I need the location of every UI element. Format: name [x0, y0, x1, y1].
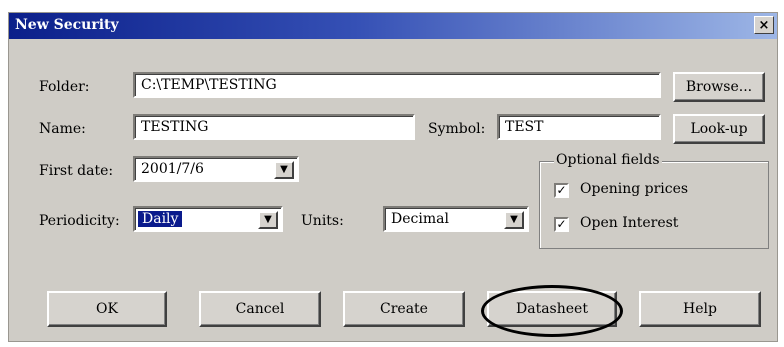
symbol-field[interactable]: TEST: [497, 114, 661, 140]
first-date-label: First date:: [39, 163, 114, 179]
periodicity-label: Periodicity:: [39, 213, 120, 229]
units-value: Decimal: [391, 211, 449, 227]
opening-prices-label: Opening prices: [580, 181, 689, 197]
window-title: New Security: [15, 17, 119, 33]
name-field[interactable]: TESTING: [133, 114, 415, 140]
chevron-down-icon[interactable]: ▼: [504, 211, 524, 229]
units-dropdown[interactable]: Decimal ▼: [383, 206, 529, 232]
periodicity-dropdown[interactable]: Daily ▼: [133, 206, 283, 232]
name-label: Name:: [39, 121, 86, 137]
ok-button[interactable]: OK: [47, 291, 167, 327]
cancel-button[interactable]: Cancel: [199, 291, 321, 327]
close-button[interactable]: ×: [754, 16, 774, 34]
opening-prices-checkbox[interactable]: ✓: [554, 183, 569, 198]
browse-button[interactable]: Browse...: [673, 72, 765, 102]
folder-label: Folder:: [39, 79, 90, 95]
datasheet-button[interactable]: Datasheet: [487, 291, 617, 327]
periodicity-value: Daily: [138, 211, 183, 227]
folder-field[interactable]: C:\TEMP\TESTING: [133, 72, 661, 98]
new-security-dialog: New Security × Folder: C:\TEMP\TESTING B…: [8, 12, 778, 342]
optional-fields-group: Optional fields ✓ Opening prices ✓ Open …: [539, 152, 769, 249]
open-interest-label: Open Interest: [580, 215, 679, 231]
symbol-label: Symbol:: [428, 121, 486, 137]
first-date-value: 2001/7/6: [141, 161, 204, 177]
chevron-down-icon[interactable]: ▼: [258, 211, 278, 229]
chevron-down-icon[interactable]: ▼: [274, 161, 294, 179]
create-button[interactable]: Create: [343, 291, 465, 327]
open-interest-checkbox[interactable]: ✓: [554, 217, 569, 232]
units-label: Units:: [301, 213, 344, 229]
optional-fields-title: Optional fields: [554, 152, 662, 168]
lookup-button[interactable]: Look-up: [673, 114, 765, 144]
help-button[interactable]: Help: [639, 291, 761, 327]
first-date-dropdown[interactable]: 2001/7/6 ▼: [133, 156, 299, 182]
title-bar[interactable]: New Security ×: [9, 13, 777, 39]
